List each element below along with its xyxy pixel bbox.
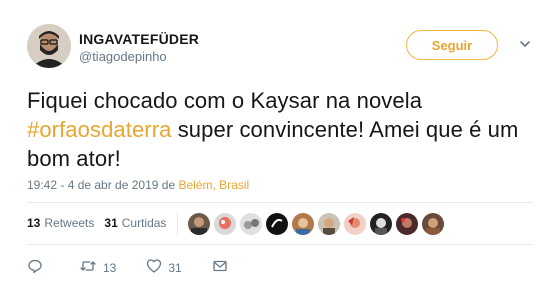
tweet-metadata: 19:42 - 4 de abr de 2019 de Belém, Brasi…	[27, 178, 249, 192]
tweet-text-before: Fiquei chocado com o Kaysar na novela	[27, 88, 423, 113]
liker-avatar[interactable]	[188, 213, 210, 235]
retweets-count: 13	[27, 216, 41, 230]
likes-count: 31	[104, 216, 118, 230]
liker-avatar[interactable]	[240, 213, 262, 235]
tweet-stats: 13 Retweets 31 Curtidas	[27, 216, 176, 230]
avatar[interactable]	[27, 24, 71, 68]
envelope-icon	[212, 258, 234, 277]
likes-stat[interactable]: 31 Curtidas	[104, 216, 166, 230]
reply-button[interactable]	[27, 258, 49, 277]
liker-avatar[interactable]	[344, 213, 366, 235]
retweet-icon	[79, 258, 103, 277]
heart-icon	[146, 258, 168, 277]
retweet-count: 13	[103, 260, 117, 275]
hashtag-link[interactable]: #orfaosdaterra	[27, 117, 172, 142]
location-link[interactable]: Belém, Brasil	[178, 178, 249, 192]
retweet-button[interactable]: 13	[79, 258, 116, 277]
tweet-text: Fiquei chocado com o Kaysar na novela #o…	[27, 86, 547, 173]
liker-avatar[interactable]	[318, 213, 340, 235]
liker-avatar[interactable]	[214, 213, 236, 235]
tweet-actions: 13 31	[27, 258, 264, 277]
stats-separator	[177, 212, 178, 236]
reply-icon	[27, 258, 49, 277]
divider	[27, 244, 533, 245]
retweets-stat[interactable]: 13 Retweets	[27, 216, 94, 230]
retweets-label: Retweets	[44, 216, 95, 230]
like-count: 31	[168, 260, 182, 275]
liker-avatar[interactable]	[370, 213, 392, 235]
liker-avatar[interactable]	[266, 213, 288, 235]
likers-avatars	[188, 213, 448, 235]
location-prefix: de	[158, 178, 179, 192]
liker-avatar[interactable]	[422, 213, 444, 235]
timestamp[interactable]: 19:42 - 4 de abr de 2019	[27, 178, 158, 192]
screen-name[interactable]: @tiagodepinho	[79, 49, 167, 64]
like-button[interactable]: 31	[146, 258, 182, 277]
liker-avatar[interactable]	[292, 213, 314, 235]
direct-message-button[interactable]	[212, 258, 234, 277]
chevron-down-icon[interactable]	[517, 36, 533, 52]
display-name[interactable]: INGAVATEFÜDER	[79, 31, 199, 47]
follow-button[interactable]: Seguir	[406, 30, 498, 60]
liker-avatar[interactable]	[396, 213, 418, 235]
likes-label: Curtidas	[121, 216, 167, 230]
divider	[27, 202, 533, 203]
